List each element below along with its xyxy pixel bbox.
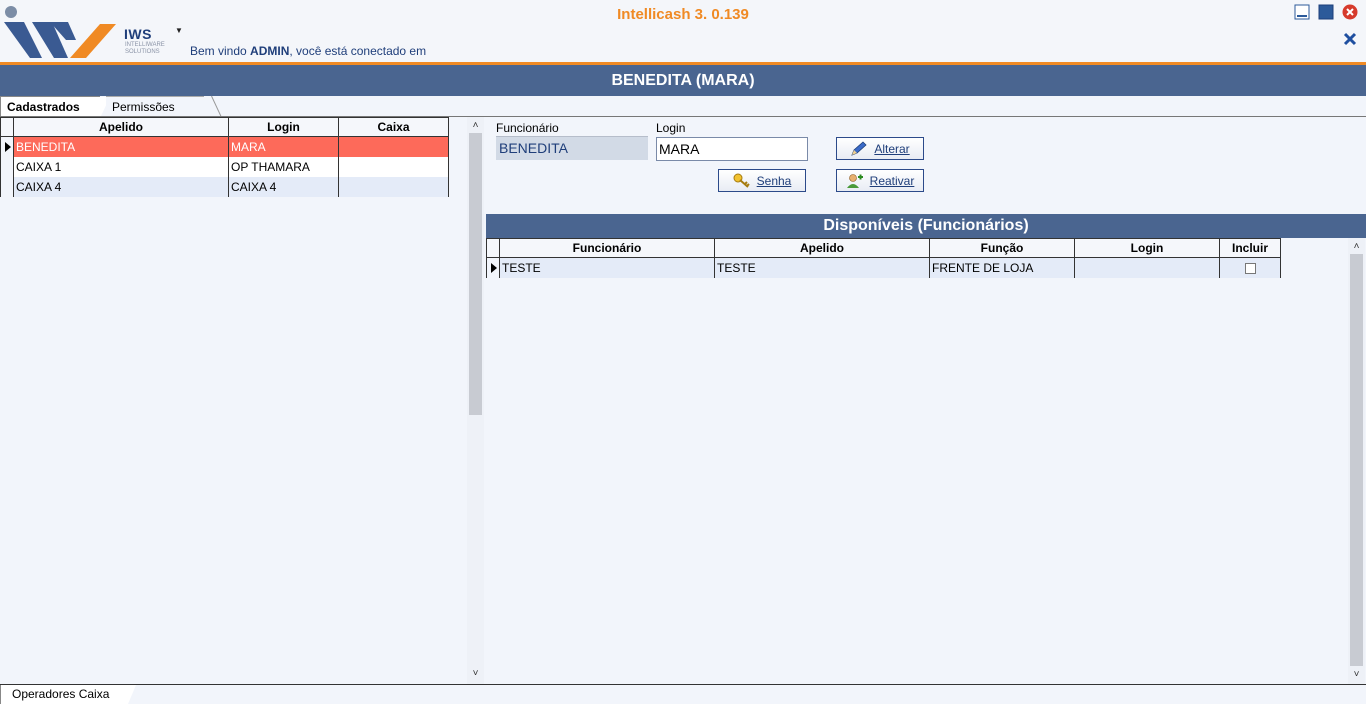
column-header-caixa[interactable]: Caixa xyxy=(338,117,449,137)
scroll-up-icon[interactable]: ˄ xyxy=(467,119,484,133)
scroll-down-icon[interactable]: ˅ xyxy=(1348,668,1365,682)
user-add-icon xyxy=(846,173,863,188)
cell-apelido[interactable]: CAIXA 4 xyxy=(13,176,229,197)
app-title: Intellicash 3. 0.139 xyxy=(617,6,749,23)
cell-funcionario[interactable]: TESTE xyxy=(499,257,715,278)
reativar-label: Reativar xyxy=(869,173,915,188)
tab-strip: Cadastrados Permissões xyxy=(0,96,1366,118)
cell-login[interactable]: CAIXA 4 xyxy=(228,176,339,197)
column-header-login[interactable]: Login xyxy=(228,117,339,137)
welcome-suffix: , você está conectado em xyxy=(289,44,427,58)
scroll-down-icon[interactable]: ˅ xyxy=(467,667,484,681)
close-screen-icon[interactable] xyxy=(1342,31,1358,47)
cadastrados-panel: Apelido Login Caixa BENEDITA MARA CAIXA … xyxy=(0,117,486,684)
column-header-incluir[interactable]: Incluir xyxy=(1219,238,1281,258)
row-indicator-header xyxy=(486,238,500,258)
table-row[interactable]: TESTE TESTE FRENTE DE LOJA xyxy=(486,257,1281,278)
welcome-text: Bem vindo ADMIN, você está conectado em xyxy=(190,44,426,58)
alterar-button[interactable]: Alterar xyxy=(836,137,924,160)
cell-apelido[interactable]: BENEDITA xyxy=(13,136,229,157)
welcome-user: ADMIN xyxy=(250,44,290,58)
cell-incluir[interactable] xyxy=(1219,257,1281,278)
scroll-thumb[interactable] xyxy=(469,133,482,415)
disponiveis-title: Disponíveis (Funcionários) xyxy=(486,214,1366,238)
cell-funcao[interactable]: FRENTE DE LOJA xyxy=(929,257,1075,278)
grid-header-row: Apelido Login Caixa xyxy=(0,117,449,137)
row-indicator xyxy=(0,176,14,197)
current-row-indicator-icon xyxy=(0,136,14,157)
maximize-icon[interactable] xyxy=(1318,4,1334,20)
tab-operadores-caixa[interactable]: Operadores Caixa xyxy=(0,685,136,704)
key-icon xyxy=(733,173,750,188)
scroll-up-icon[interactable]: ˄ xyxy=(1348,240,1365,254)
table-row[interactable]: CAIXA 4 CAIXA 4 xyxy=(0,176,449,197)
tab-permissoes[interactable]: Permissões xyxy=(106,96,204,117)
column-header-funcao[interactable]: Função xyxy=(929,238,1075,258)
senha-button[interactable]: Senha xyxy=(718,169,806,192)
current-row-indicator-icon xyxy=(486,257,500,278)
pencil-icon xyxy=(851,140,867,156)
logo-text: IWS xyxy=(124,26,152,42)
login-field[interactable] xyxy=(656,137,808,161)
minimize-icon[interactable] xyxy=(1294,4,1310,20)
login-label: Login xyxy=(656,121,686,135)
alterar-label: Alterar xyxy=(874,141,910,156)
cell-apelido[interactable]: TESTE xyxy=(714,257,930,278)
cell-login[interactable]: MARA xyxy=(228,136,339,157)
close-icon[interactable] xyxy=(1342,4,1358,20)
cell-login[interactable]: OP THAMARA xyxy=(228,156,339,177)
disponiveis-scrollbar[interactable]: ˄ ˅ xyxy=(1348,238,1365,684)
app-header: IWS INTELLIWARE SOLUTIONS ▼ Bem vindo AD… xyxy=(0,0,1366,65)
cell-caixa[interactable] xyxy=(338,136,449,157)
senha-label: Senha xyxy=(756,173,792,188)
welcome-prefix: Bem vindo xyxy=(190,44,251,58)
column-header-funcionario[interactable]: Funcionário xyxy=(499,238,715,258)
row-indicator xyxy=(0,156,14,177)
detail-panel: Funcionário Login BENEDITA Alterar Senha… xyxy=(486,117,1366,684)
table-row[interactable]: BENEDITA MARA xyxy=(0,136,449,157)
logo-subtext: INTELLIWARE SOLUTIONS xyxy=(125,42,165,55)
reativar-button[interactable]: Reativar xyxy=(836,169,924,192)
cell-login[interactable] xyxy=(1074,257,1220,278)
funcionario-field: BENEDITA xyxy=(496,136,648,160)
grid-header-row: Funcionário Apelido Função Login Incluir xyxy=(486,238,1281,258)
bottom-divider xyxy=(0,684,1366,685)
logo-menu-icon[interactable]: ▼ xyxy=(175,26,183,35)
cell-caixa[interactable] xyxy=(338,156,449,177)
disponiveis-grid: Funcionário Apelido Função Login Incluir… xyxy=(486,238,1281,278)
cadastrados-scrollbar[interactable]: ˄ ˅ xyxy=(467,117,484,684)
funcionario-label: Funcionário xyxy=(496,121,559,135)
tab-cadastrados[interactable]: Cadastrados xyxy=(0,96,110,118)
cell-apelido[interactable]: CAIXA 1 xyxy=(13,156,229,177)
column-header-login[interactable]: Login xyxy=(1074,238,1220,258)
cell-caixa[interactable] xyxy=(338,176,449,197)
column-header-apelido[interactable]: Apelido xyxy=(13,117,229,137)
row-indicator-header xyxy=(0,117,14,137)
table-row[interactable]: CAIXA 1 OP THAMARA xyxy=(0,156,449,177)
page-title: BENEDITA (MARA) xyxy=(0,65,1366,96)
incluir-checkbox[interactable] xyxy=(1244,263,1256,275)
cadastrados-grid: Apelido Login Caixa BENEDITA MARA CAIXA … xyxy=(0,117,449,197)
disponiveis-panel: Funcionário Apelido Função Login Incluir… xyxy=(486,238,1366,684)
scroll-thumb[interactable] xyxy=(1350,254,1363,666)
column-header-apelido[interactable]: Apelido xyxy=(714,238,930,258)
